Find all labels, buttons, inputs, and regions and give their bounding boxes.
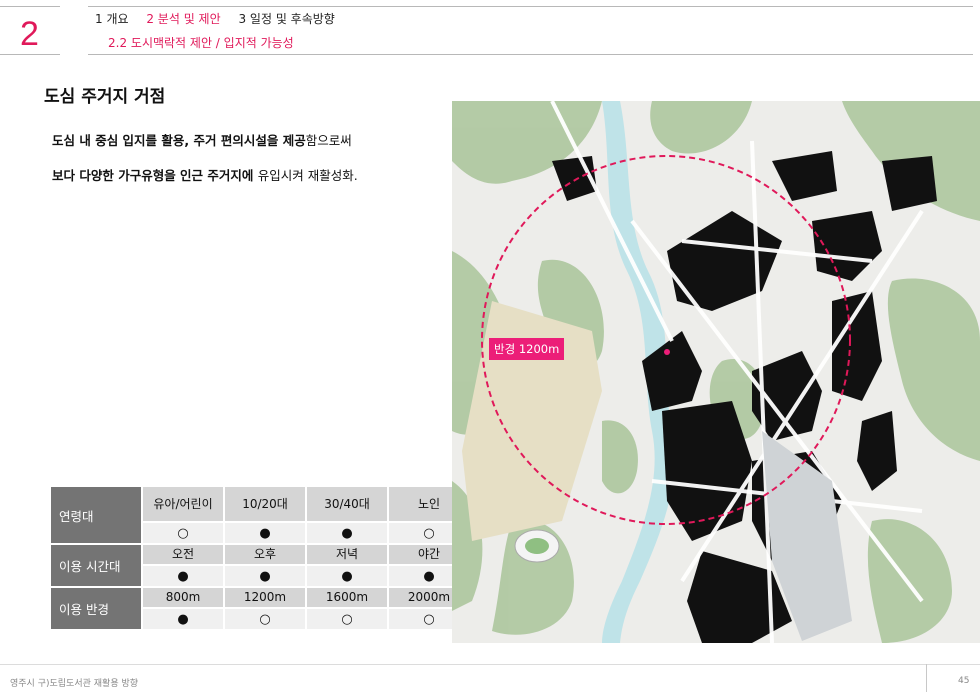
footer-text: 영주시 구)도립도서관 재활용 방향 — [10, 679, 139, 689]
table-row: 이용 반경 800m 1200m 1600m 2000m — [51, 588, 469, 629]
column-header: 10/20대 — [225, 487, 305, 521]
site-map-graphic — [452, 100, 980, 644]
column-header: 유아/어린이 — [143, 487, 223, 521]
table-cell-marker: ○ — [307, 609, 387, 629]
body-line-1: 도심 내 중심 입지를 활용, 주거 편의시설을 제공함으로써 — [52, 130, 352, 149]
table-cell-marker: ● — [225, 523, 305, 543]
nav-item-analysis[interactable]: 2 분석 및 제안 — [146, 12, 220, 26]
table-row: 연령대 유아/어린이 10/20대 30/40대 노인 — [51, 487, 469, 543]
section-number: 2 — [20, 15, 39, 53]
sub-nav-item[interactable]: 2.2 도시맥락적 제안 / 입지적 가능성 — [108, 34, 294, 51]
row-header-radius: 이용 반경 — [51, 588, 141, 629]
page-number: 45 — [958, 676, 970, 686]
column-header: 오후 — [225, 545, 305, 564]
body-line-1-emphasis: 도심 내 중심 입지를 활용, 주거 편의시설을 제공 — [52, 133, 306, 148]
body-line-1-tail: 함으로써 — [305, 133, 352, 148]
site-map — [452, 100, 980, 644]
body-line-2-tail: 유입시켜 재활성화. — [257, 168, 358, 183]
body-line-2: 보다 다양한 가구유형을 인근 주거지에 유입시켜 재활성화. — [52, 165, 358, 184]
nav-item-schedule[interactable]: 3 일정 및 후속방향 — [238, 12, 334, 26]
column-header: 800m — [143, 588, 223, 607]
row-header-time: 이용 시간대 — [51, 545, 141, 586]
bottom-rule-left — [0, 54, 60, 55]
table-cell-marker: ● — [225, 566, 305, 586]
radius-label: 반경 1200m — [489, 338, 565, 360]
footer-divider — [926, 664, 927, 692]
column-header: 1600m — [307, 588, 387, 607]
body-line-2-emphasis: 보다 다양한 가구유형을 인근 주거지에 — [52, 168, 258, 183]
table-cell-marker: ● — [307, 566, 387, 586]
section-nav: 1 개요 2 분석 및 제안 3 일정 및 후속방향 — [95, 10, 349, 27]
row-header-age: 연령대 — [51, 487, 141, 543]
footer-rule — [0, 664, 980, 665]
column-header: 1200m — [225, 588, 305, 607]
table-cell-marker: ● — [143, 609, 223, 629]
top-rule-left — [0, 6, 60, 7]
column-header: 오전 — [143, 545, 223, 564]
usage-table: 연령대 유아/어린이 10/20대 30/40대 노인 ○ ● ● ○ 이용 시… — [49, 485, 471, 631]
bottom-rule — [88, 54, 973, 55]
table-cell-marker: ● — [143, 566, 223, 586]
nav-item-overview[interactable]: 1 개요 — [95, 12, 129, 26]
column-header: 저녁 — [307, 545, 387, 564]
table-cell-marker: ● — [307, 523, 387, 543]
table-row: 이용 시간대 오전 오후 저녁 야간 — [51, 545, 469, 586]
top-rule — [88, 6, 973, 7]
table-cell-marker: ○ — [143, 523, 223, 543]
table-cell-marker: ○ — [225, 609, 305, 629]
page-title: 도심 주거지 거점 — [44, 87, 166, 107]
column-header: 30/40대 — [307, 487, 387, 521]
